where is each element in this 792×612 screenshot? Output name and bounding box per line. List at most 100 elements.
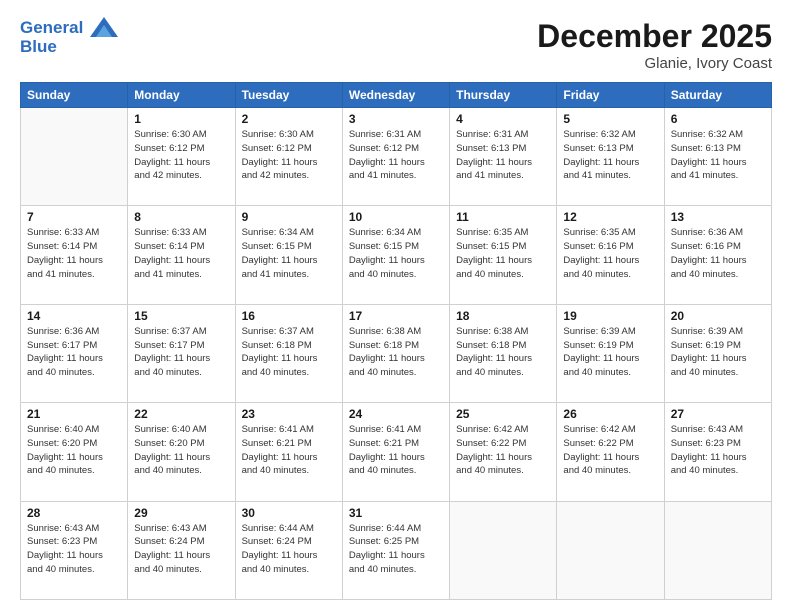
title-area: December 2025 Glanie, Ivory Coast (537, 18, 772, 72)
day-info: Sunrise: 6:43 AM Sunset: 6:23 PM Dayligh… (27, 522, 121, 577)
day-info: Sunrise: 6:30 AM Sunset: 6:12 PM Dayligh… (242, 128, 336, 183)
table-row: 10 Sunrise: 6:34 AM Sunset: 6:15 PM Dayli… (342, 206, 449, 304)
table-row: 30 Sunrise: 6:44 AM Sunset: 6:24 PM Dayli… (235, 501, 342, 599)
day-info: Sunrise: 6:44 AM Sunset: 6:25 PM Dayligh… (349, 522, 443, 577)
table-row: 31 Sunrise: 6:44 AM Sunset: 6:25 PM Dayli… (342, 501, 449, 599)
table-row: 9Sunrise: 6:34 AM Sunset: 6:15 PM Daylig… (235, 206, 342, 304)
day-number: 8 (134, 210, 228, 224)
month-title: December 2025 (537, 18, 772, 55)
day-info: Sunrise: 6:42 AM Sunset: 6:22 PM Dayligh… (563, 423, 657, 478)
day-number: 24 (349, 407, 443, 421)
day-info: Sunrise: 6:34 AM Sunset: 6:15 PM Dayligh… (349, 226, 443, 281)
day-info: Sunrise: 6:44 AM Sunset: 6:24 PM Dayligh… (242, 522, 336, 577)
day-number: 12 (563, 210, 657, 224)
day-info: Sunrise: 6:36 AM Sunset: 6:16 PM Dayligh… (671, 226, 765, 281)
table-row: 17Sunrise: 6:38 AM Sunset: 6:18 PM Dayli… (342, 304, 449, 402)
table-row (21, 108, 128, 206)
calendar-header-row: Sunday Monday Tuesday Wednesday Thursday… (21, 83, 772, 108)
day-number: 14 (27, 309, 121, 323)
day-info: Sunrise: 6:40 AM Sunset: 6:20 PM Dayligh… (27, 423, 121, 478)
col-friday: Friday (557, 83, 664, 108)
day-number: 10 (349, 210, 443, 224)
logo-icon (90, 15, 118, 39)
day-number: 9 (242, 210, 336, 224)
day-number: 4 (456, 112, 550, 126)
day-number: 2 (242, 112, 336, 126)
col-sunday: Sunday (21, 83, 128, 108)
day-number: 26 (563, 407, 657, 421)
day-number: 20 (671, 309, 765, 323)
day-number: 31 (349, 506, 443, 520)
table-row: 26 Sunrise: 6:42 AM Sunset: 6:22 PM Dayli… (557, 403, 664, 501)
calendar-week-row: 28 Sunrise: 6:43 AM Sunset: 6:23 PM Dayli… (21, 501, 772, 599)
day-info: Sunrise: 6:43 AM Sunset: 6:23 PM Dayligh… (671, 423, 765, 478)
table-row (450, 501, 557, 599)
day-number: 19 (563, 309, 657, 323)
day-info: Sunrise: 6:39 AM Sunset: 6:19 PM Dayligh… (671, 325, 765, 380)
day-info: Sunrise: 6:33 AM Sunset: 6:14 PM Dayligh… (134, 226, 228, 281)
table-row: 18 Sunrise: 6:38 AM Sunset: 6:18 PM Dayli… (450, 304, 557, 402)
table-row: 27 Sunrise: 6:43 AM Sunset: 6:23 PM Dayli… (664, 403, 771, 501)
day-number: 16 (242, 309, 336, 323)
day-info: Sunrise: 6:40 AM Sunset: 6:20 PM Dayligh… (134, 423, 228, 478)
table-row: 20 Sunrise: 6:39 AM Sunset: 6:19 PM Dayli… (664, 304, 771, 402)
day-info: Sunrise: 6:36 AM Sunset: 6:17 PM Dayligh… (27, 325, 121, 380)
calendar-week-row: 7 Sunrise: 6:33 AM Sunset: 6:14 PM Daylig… (21, 206, 772, 304)
table-row: 8 Sunrise: 6:33 AM Sunset: 6:14 PM Daylig… (128, 206, 235, 304)
table-row: 28 Sunrise: 6:43 AM Sunset: 6:23 PM Dayli… (21, 501, 128, 599)
day-info: Sunrise: 6:41 AM Sunset: 6:21 PM Dayligh… (349, 423, 443, 478)
header: General Blue December 2025 Glanie, Ivory… (20, 18, 772, 72)
day-info: Sunrise: 6:32 AM Sunset: 6:13 PM Dayligh… (563, 128, 657, 183)
table-row: 15Sunrise: 6:37 AM Sunset: 6:17 PM Dayli… (128, 304, 235, 402)
day-info: Sunrise: 6:31 AM Sunset: 6:12 PM Dayligh… (349, 128, 443, 183)
day-info: Sunrise: 6:38 AM Sunset: 6:18 PM Dayligh… (456, 325, 550, 380)
table-row: 13 Sunrise: 6:36 AM Sunset: 6:16 PM Dayli… (664, 206, 771, 304)
day-info: Sunrise: 6:41 AM Sunset: 6:21 PM Dayligh… (242, 423, 336, 478)
col-wednesday: Wednesday (342, 83, 449, 108)
calendar-table: Sunday Monday Tuesday Wednesday Thursday… (20, 82, 772, 600)
day-info: Sunrise: 6:42 AM Sunset: 6:22 PM Dayligh… (456, 423, 550, 478)
col-saturday: Saturday (664, 83, 771, 108)
calendar-week-row: 21 Sunrise: 6:40 AM Sunset: 6:20 PM Dayli… (21, 403, 772, 501)
table-row: 22Sunrise: 6:40 AM Sunset: 6:20 PM Dayli… (128, 403, 235, 501)
day-number: 7 (27, 210, 121, 224)
day-info: Sunrise: 6:35 AM Sunset: 6:16 PM Dayligh… (563, 226, 657, 281)
day-info: Sunrise: 6:33 AM Sunset: 6:14 PM Dayligh… (27, 226, 121, 281)
day-info: Sunrise: 6:30 AM Sunset: 6:12 PM Dayligh… (134, 128, 228, 183)
table-row (664, 501, 771, 599)
table-row: 29Sunrise: 6:43 AM Sunset: 6:24 PM Dayli… (128, 501, 235, 599)
day-number: 28 (27, 506, 121, 520)
day-number: 25 (456, 407, 550, 421)
table-row: 11Sunrise: 6:35 AM Sunset: 6:15 PM Dayli… (450, 206, 557, 304)
day-info: Sunrise: 6:43 AM Sunset: 6:24 PM Dayligh… (134, 522, 228, 577)
table-row: 24 Sunrise: 6:41 AM Sunset: 6:21 PM Dayli… (342, 403, 449, 501)
calendar-week-row: 1Sunrise: 6:30 AM Sunset: 6:12 PM Daylig… (21, 108, 772, 206)
logo-general: General (20, 18, 83, 37)
day-number: 13 (671, 210, 765, 224)
page: General Blue December 2025 Glanie, Ivory… (0, 0, 792, 612)
day-info: Sunrise: 6:31 AM Sunset: 6:13 PM Dayligh… (456, 128, 550, 183)
day-number: 5 (563, 112, 657, 126)
day-number: 27 (671, 407, 765, 421)
location: Glanie, Ivory Coast (537, 55, 772, 72)
table-row: 7 Sunrise: 6:33 AM Sunset: 6:14 PM Daylig… (21, 206, 128, 304)
table-row: 19 Sunrise: 6:39 AM Sunset: 6:19 PM Dayli… (557, 304, 664, 402)
table-row: 16 Sunrise: 6:37 AM Sunset: 6:18 PM Dayli… (235, 304, 342, 402)
table-row: 3 Sunrise: 6:31 AM Sunset: 6:12 PM Daylig… (342, 108, 449, 206)
table-row: 4 Sunrise: 6:31 AM Sunset: 6:13 PM Daylig… (450, 108, 557, 206)
day-info: Sunrise: 6:39 AM Sunset: 6:19 PM Dayligh… (563, 325, 657, 380)
col-tuesday: Tuesday (235, 83, 342, 108)
day-number: 21 (27, 407, 121, 421)
day-number: 23 (242, 407, 336, 421)
day-info: Sunrise: 6:37 AM Sunset: 6:17 PM Dayligh… (134, 325, 228, 380)
table-row: 23 Sunrise: 6:41 AM Sunset: 6:21 PM Dayli… (235, 403, 342, 501)
day-number: 18 (456, 309, 550, 323)
table-row: 25 Sunrise: 6:42 AM Sunset: 6:22 PM Dayli… (450, 403, 557, 501)
day-number: 3 (349, 112, 443, 126)
logo-blue: Blue (20, 37, 118, 57)
table-row: 2 Sunrise: 6:30 AM Sunset: 6:12 PM Daylig… (235, 108, 342, 206)
day-number: 30 (242, 506, 336, 520)
day-info: Sunrise: 6:37 AM Sunset: 6:18 PM Dayligh… (242, 325, 336, 380)
table-row: 21 Sunrise: 6:40 AM Sunset: 6:20 PM Dayli… (21, 403, 128, 501)
table-row: 1Sunrise: 6:30 AM Sunset: 6:12 PM Daylig… (128, 108, 235, 206)
